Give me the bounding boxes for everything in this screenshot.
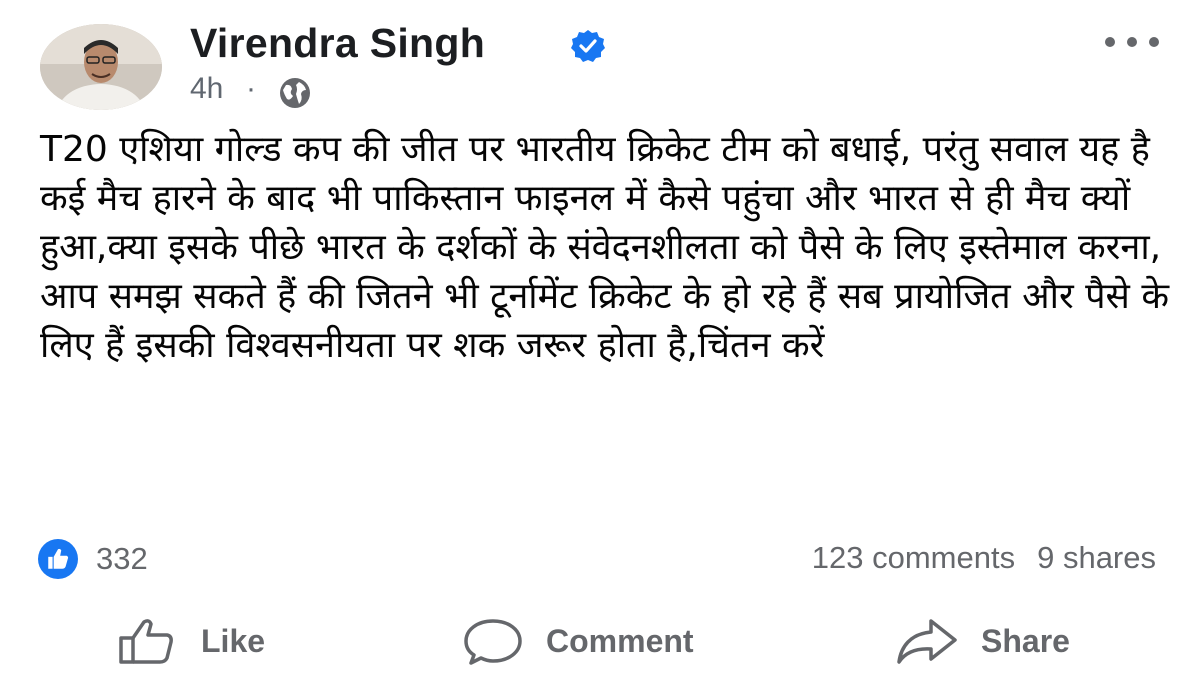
timestamp-separator: · xyxy=(246,72,256,105)
like-button[interactable]: Like xyxy=(115,610,265,672)
post-header: Virendra Singh 4h · xyxy=(0,0,1200,120)
shares-count-link[interactable]: 9 shares xyxy=(1037,540,1156,575)
reactions-summary[interactable]: 332 xyxy=(38,538,148,580)
like-reaction-icon xyxy=(38,539,78,579)
thumbs-up-icon xyxy=(48,548,69,569)
like-label: Like xyxy=(201,622,266,659)
author-avatar[interactable] xyxy=(40,24,162,110)
engagement-counts: 123 comments 9 shares xyxy=(812,540,1156,576)
comment-button[interactable]: Comment xyxy=(462,610,694,672)
comments-count-link[interactable]: 123 comments xyxy=(812,540,1015,575)
verified-badge-icon xyxy=(571,30,605,62)
share-arrow-icon xyxy=(897,619,957,664)
post-timestamp[interactable]: 4h xyxy=(190,72,223,106)
more-options-icon[interactable] xyxy=(1102,30,1166,54)
share-label: Share xyxy=(981,622,1070,659)
comment-label: Comment xyxy=(546,622,694,659)
thumbs-up-outline-icon xyxy=(119,619,173,664)
post-action-bar: Like Comment Share xyxy=(0,610,1200,672)
author-name[interactable]: Virendra Singh xyxy=(190,20,485,67)
post-text: T20 एशिया गोल्ड कप की जीत पर भारतीय क्रि… xyxy=(40,129,1181,366)
reaction-count: 332 xyxy=(96,541,148,576)
share-button[interactable]: Share xyxy=(895,610,1070,672)
profile-photo xyxy=(40,24,162,110)
globe-icon xyxy=(280,78,310,108)
comment-bubble-icon xyxy=(464,619,522,665)
